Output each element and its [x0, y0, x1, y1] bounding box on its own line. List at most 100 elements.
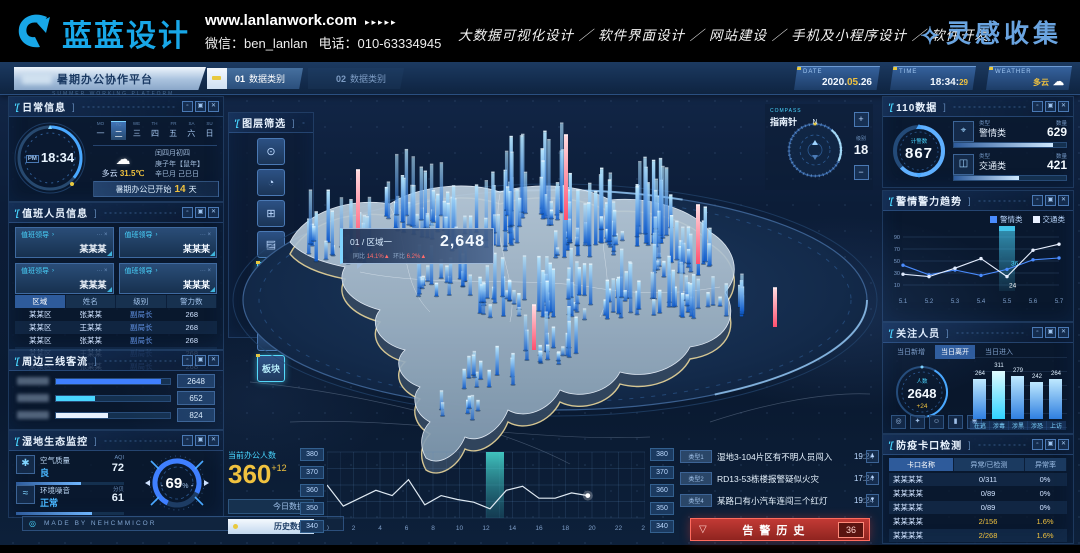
duty-card[interactable]: 值班领导›··· ×某某某	[119, 263, 218, 294]
leaf-icon: ✱	[16, 455, 35, 474]
date-label: DATE	[803, 69, 823, 75]
time-label: TIME	[899, 69, 917, 75]
legend-item[interactable]: 交通类	[1033, 214, 1066, 225]
blurred-logo	[22, 73, 52, 84]
flow-value: 2648	[177, 374, 215, 388]
scroll-dot-icon: ●	[866, 472, 879, 485]
city-3d-map[interactable]	[230, 92, 880, 487]
panel-collapse-icon[interactable]: ▫	[182, 435, 193, 446]
inspiration-collect[interactable]: ✧灵感收集	[920, 14, 1062, 51]
alert-item[interactable]: 类型4某路口有小汽车连闯三个红灯19:24	[680, 492, 878, 509]
weekday-cell[interactable]: WE三	[129, 121, 144, 140]
panel-maximize-icon[interactable]: ▣	[195, 101, 206, 112]
panel-maximize-icon[interactable]: ▣	[195, 207, 206, 218]
duty-table-row[interactable]: 某某区王某某副局长268	[15, 321, 217, 334]
panel-close-icon[interactable]: ✕	[208, 101, 219, 112]
panel-close-icon[interactable]: ✕	[208, 355, 219, 366]
svg-text:5.4: 5.4	[977, 299, 986, 305]
alert-item[interactable]: 类型1湿地3-104片区有不明人员闯入19:24	[680, 448, 878, 465]
checkpoint-row[interactable]: 某某某某0/890%	[889, 501, 1067, 514]
panel-collapse-icon[interactable]: ▫	[182, 355, 193, 366]
focus-tab[interactable]: 当日新增	[891, 345, 931, 359]
promo-banner: 蓝蓝设计 www.lanlanwork.com▸▸▸▸▸ 微信：ben_lanl…	[0, 0, 1080, 62]
panel-close-icon[interactable]: ✕	[208, 435, 219, 446]
weather-label: WEATHER	[995, 69, 1032, 75]
scroll-up-icon[interactable]: ▲	[866, 450, 879, 463]
panel-collapse-icon[interactable]: ▫	[182, 207, 193, 218]
date-value: 2020.05.26	[822, 77, 872, 88]
panel-collapse-icon[interactable]: ▫	[1032, 327, 1043, 338]
svg-text:18: 18	[562, 525, 570, 532]
person-icon[interactable]: ☺	[929, 415, 944, 429]
panel-close-icon[interactable]: ✕	[1058, 439, 1069, 450]
key-icon[interactable]: ✦	[910, 415, 925, 429]
checkpoint-row[interactable]: 某某某某0/890%	[889, 487, 1067, 500]
checkpoint-rows: 某某某某0/3110%某某某某0/890%某某某某0/890%某某某某2/156…	[889, 473, 1067, 543]
duty-table-row[interactable]: 某某区张某某副局长268	[15, 334, 217, 347]
panel-maximize-icon[interactable]: ▣	[1045, 195, 1056, 206]
weekday-cell[interactable]: FR五	[166, 121, 181, 140]
weekday-cell[interactable]: SA六	[184, 121, 199, 140]
alert-list: 类型1湿地3-104片区有不明人员闯入19:24 类型2RD13-53栋楼报警疑似…	[680, 448, 878, 514]
panel-close-icon[interactable]: ✕	[1058, 327, 1069, 338]
y-tick-plate: 340	[650, 520, 674, 533]
weekday-cell[interactable]: SU日	[202, 121, 217, 140]
battery-icon[interactable]: ▮	[948, 415, 963, 429]
dashboard-header: 暑期办公协作平台 SUMMER WORKING PLATFORM 01数据类别0…	[0, 62, 1080, 95]
panel-maximize-icon[interactable]: ▣	[195, 355, 206, 366]
panel-collapse-icon[interactable]: ▫	[1032, 195, 1043, 206]
panel-collapse-icon[interactable]: ▫	[1032, 101, 1043, 112]
focus-count: 2648	[908, 386, 937, 401]
panel-maximize-icon[interactable]: ▣	[195, 435, 206, 446]
duty-card[interactable]: 值班领导›··· ×某某某	[119, 227, 218, 258]
svg-text:20: 20	[588, 525, 596, 532]
focus-personnel-panel: '[关注人员]▫▣✕ 当日新增当日离开当日进入 人数2648+24 ◎✦☺▮◉ …	[882, 322, 1074, 434]
scroll-down-icon[interactable]: ▼	[866, 494, 879, 507]
weekday-cell[interactable]: MO一	[93, 121, 108, 140]
weekday-cell[interactable]: TH四	[147, 121, 162, 140]
contact-line: 微信：ben_lanlan 电话：010-63334945	[205, 34, 441, 54]
blurred-label	[17, 411, 49, 419]
focus-tab[interactable]: 当日离开	[935, 345, 975, 359]
blurred-label	[17, 377, 49, 385]
panel-maximize-icon[interactable]: ▣	[1045, 101, 1056, 112]
legend-item[interactable]: 警情类	[990, 214, 1023, 225]
dashboard: 暑期办公协作平台 SUMMER WORKING PLATFORM 01数据类别0…	[0, 62, 1080, 545]
duty-table-row[interactable]: 某某区张某某副局长268	[15, 308, 217, 321]
eco-gauge: - 69% -	[137, 453, 217, 513]
panel-close-icon[interactable]: ✕	[1058, 195, 1069, 206]
alert-history-button[interactable]: ▽ 告警历史 36	[690, 518, 870, 541]
alert-text: 湿地3-104片区有不明人员闯入	[717, 451, 850, 463]
tooltip-value: 2,648	[440, 233, 485, 251]
y-tick-plate: 360	[300, 484, 324, 497]
alert-item[interactable]: 类型2RD13-53栋楼报警疑似火灾17:24	[680, 470, 878, 487]
duty-card[interactable]: 值班领导›··· ×某某某	[15, 227, 114, 258]
checkpoint-row[interactable]: 某某某某2/1561.6%	[889, 515, 1067, 528]
noise-icon: ≈	[16, 485, 35, 504]
svg-text:5.6: 5.6	[1029, 299, 1038, 305]
tab-data-category-01[interactable]: 01数据类别	[207, 68, 303, 89]
flow-title: 周边三线客流	[22, 353, 88, 368]
panel-maximize-icon[interactable]: ▣	[1045, 439, 1056, 450]
weather-widget: ☁ 多云 31.5℃	[95, 150, 151, 179]
website-link[interactable]: www.lanlanwork.com	[205, 12, 357, 29]
focus-bar: 242涉恐	[1030, 382, 1043, 419]
panel-collapse-icon[interactable]: ▫	[182, 101, 193, 112]
panel-close-icon[interactable]: ✕	[208, 207, 219, 218]
alert-history-count: 36	[838, 522, 864, 538]
checkpoint-row[interactable]: 某某某某2/2681.6%	[889, 529, 1067, 542]
total-label: 计警数	[891, 137, 947, 145]
panel-maximize-icon[interactable]: ▣	[1045, 327, 1056, 338]
alert-tag: 类型2	[680, 472, 712, 485]
checkpoint-row[interactable]: 某某某某0/3110%	[889, 473, 1067, 486]
tab-data-category-02[interactable]: 02数据类别	[308, 68, 404, 89]
panel-close-icon[interactable]: ✕	[1058, 101, 1069, 112]
flow-bar-row: 824	[17, 409, 215, 421]
cloud-icon: ☁	[95, 150, 151, 168]
car-icon[interactable]: ◎	[891, 415, 906, 429]
phone-number: 010-63334945	[358, 36, 442, 51]
time-value: 18:34:29	[930, 77, 968, 88]
panel-collapse-icon[interactable]: ▫	[1032, 439, 1043, 450]
weekday-cell[interactable]: TU二	[111, 121, 126, 140]
duty-card[interactable]: 值班领导›··· ×某某某	[15, 263, 114, 294]
